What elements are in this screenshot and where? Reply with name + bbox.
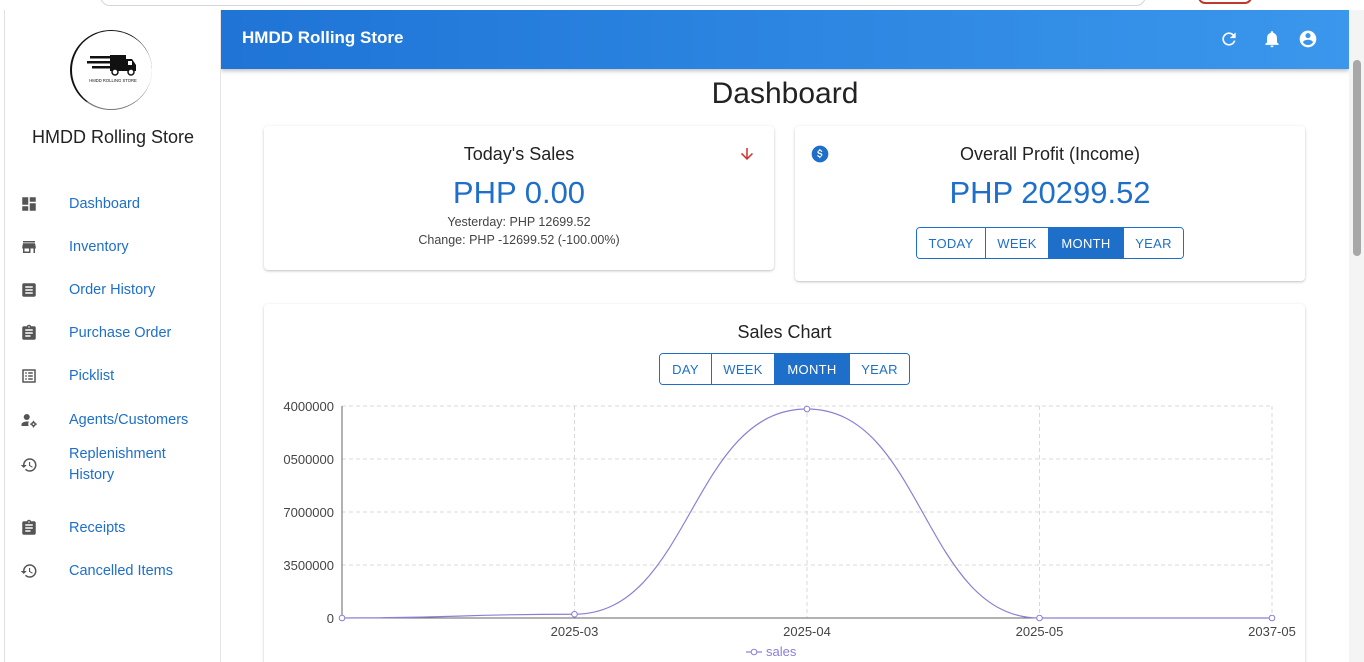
sidebar-item-label: Dashboard [69,195,140,212]
sidebar-item-label: Replenishment History [69,446,166,483]
x-tick-label: 2037-05 [1248,624,1296,639]
list-icon [22,369,36,383]
app-frame: HMDD ROLLING STORE HMDD Rolling Store Da… [4,10,1364,662]
chart-period-month-button[interactable]: MONTH [775,354,850,384]
sidebar-item-agents-customers[interactable]: Agents/Customers [5,400,221,440]
overall-profit-title: Overall Profit (Income) [959,144,1141,164]
sidebar-item-label: Inventory [69,238,129,255]
sales-change: Change: PHP -12699.52 (-100.00%) [418,233,620,247]
address-bar[interactable] [100,0,1146,6]
account-icon[interactable] [1298,29,1318,49]
sidebar-item-purchase-order[interactable]: Purchase Order [5,313,221,353]
sidebar-item-label: Agents/Customers [69,411,189,428]
sidebar-item-label: Receipts [69,519,126,536]
sales-line-chart: 0 3500000 7000000 0500000 4000000 2025-03 2025… [283,399,1296,659]
profit-period-week-button[interactable]: WEEK [986,228,1049,258]
bell-icon[interactable] [1262,29,1282,49]
sales-data-point [1036,614,1043,622]
browser-chrome [0,0,1364,10]
refresh-icon[interactable] [1219,29,1239,49]
store-logo: HMDD ROLLING STORE [70,30,152,110]
history-icon [20,564,37,578]
y-tick-label: 4000000 [283,399,334,414]
legend-marker [750,648,758,656]
y-tick-label: 3500000 [283,558,334,573]
sidebar-item-label: Purchase Order [69,324,172,341]
person-gear-icon [21,414,37,428]
y-tick-label: 0500000 [283,452,334,467]
sales-chart-title: Sales Chart [737,322,832,342]
x-tick-label: 2025-04 [783,624,831,639]
sidebar-item-cancelled-items[interactable]: Cancelled Items [5,551,221,591]
sales-data-point [338,614,346,622]
profit-period-today-button[interactable]: TODAY [917,228,986,258]
store-icon [22,241,36,253]
x-tick-label: 2025-03 [551,624,599,639]
sidebar-item-picklist[interactable]: Picklist [5,356,221,396]
sales-data-point [1268,614,1276,622]
yesterday-sales: Yesterday: PHP 12699.52 [447,215,591,229]
arrow-down-icon [741,148,753,160]
clipboard-icon [22,324,36,340]
sidebar-item-dashboard[interactable]: Dashboard [5,184,221,224]
page-scrollbar[interactable] [1349,10,1364,662]
overall-profit-value: PHP 20299.52 [949,175,1151,210]
legend-label: sales [766,644,797,659]
todays-sales-card: Today's Sales PHP 0.00 Yesterday: PHP 12… [264,126,774,270]
chart-period-year-button[interactable]: YEAR [850,354,909,384]
app-bar: HMDD Rolling Store [221,10,1349,69]
chart-period-week-button[interactable]: WEEK [712,354,775,384]
todays-sales-title: Today's Sales [463,144,575,164]
sidebar-item-replenishment-history[interactable]: Replenishment History [5,443,221,487]
sales-chart-card: Sales Chart DAY WEEK MONTH YEAR 0 3500000… [264,304,1305,662]
sidebar-item-label: Order History [69,281,156,298]
sidebar-item-label: Picklist [69,367,115,384]
overall-profit-card: Overall Profit (Income) PHP 20299.52 TOD… [795,126,1305,281]
profit-period-toggle: TODAY WEEK MONTH YEAR [916,227,1184,259]
delivery-truck-icon: HMDD ROLLING STORE [87,55,137,83]
sidebar-brand: HMDD Rolling Store [31,127,195,147]
profit-period-year-button[interactable]: YEAR [1124,228,1183,258]
sales-data-point [803,405,811,413]
profit-period-month-button[interactable]: MONTH [1049,228,1124,258]
sidebar-item-inventory[interactable]: Inventory [5,227,221,267]
app-bar-title: HMDD Rolling Store [242,28,404,47]
sales-data-point [571,610,578,618]
clipboard-icon [22,519,36,535]
sidebar-item-receipts[interactable]: Receipts [5,508,221,548]
x-tick-label: 2025-05 [1016,624,1064,639]
logo-caption: HMDD ROLLING STORE [89,78,137,83]
y-tick-label: 0 [327,611,334,626]
main-content: HMDD Rolling Store Dashboard Today's Sal… [221,10,1349,662]
sidebar-item-label: Cancelled Items [69,562,173,579]
y-tick-label: 7000000 [283,505,334,520]
browser-profile-pill[interactable] [1198,0,1252,4]
sidebar: HMDD ROLLING STORE HMDD Rolling Store Da… [5,10,221,662]
scrollbar-thumb[interactable] [1353,60,1361,256]
history-icon [20,458,37,472]
receipt-icon [22,283,36,297]
dashboard-icon [22,197,36,211]
sidebar-item-order-history[interactable]: Order History [5,270,221,310]
chart-period-toggle: DAY WEEK MONTH YEAR [659,353,910,385]
chart-period-day-button[interactable]: DAY [660,354,712,384]
page-title: Dashboard [711,77,859,110]
todays-sales-value: PHP 0.00 [452,175,586,210]
